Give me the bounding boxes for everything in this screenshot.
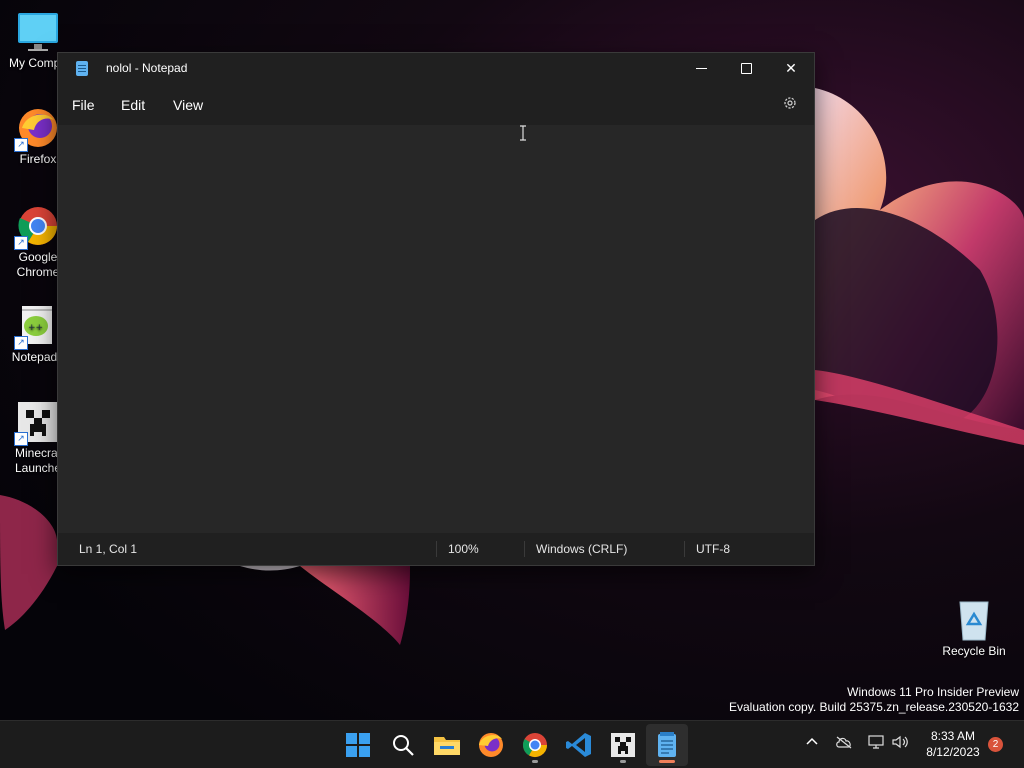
evaluation-watermark: Windows 11 Pro Insider Preview Evaluatio… [729,685,1019,715]
taskbar-chrome[interactable] [519,729,551,761]
taskbar-file-explorer[interactable] [431,729,463,761]
notification-badge[interactable]: 2 [988,737,1003,752]
taskbar-notepad[interactable] [651,729,683,761]
status-cursor-position: Ln 1, Col 1 [79,542,138,556]
vscode-icon [566,733,591,757]
taskbar-minecraft-launcher[interactable] [607,729,639,761]
close-icon: ✕ [785,60,797,76]
folder-icon [434,737,460,755]
status-divider [524,541,525,557]
svg-text:++: ++ [28,323,43,333]
watermark-build: Evaluation copy. Build 25375.zn_release.… [729,700,1019,714]
window-titlebar[interactable]: nolol - Notepad ✕ [58,53,814,85]
close-button[interactable]: ✕ [768,53,814,85]
recycle-bin-icon [952,598,996,642]
chevron-up-icon [806,737,818,745]
clock-date: 8/12/2023 [926,745,980,759]
creeper-icon [611,733,635,757]
taskbar-vscode[interactable] [563,729,595,761]
menu-view[interactable]: View [173,97,203,113]
notepad-icon [658,732,676,757]
desktop-icon-recycle-bin[interactable]: Recycle Bin [936,598,1012,659]
monitor-icon [16,10,60,54]
onedrive-button[interactable] [835,735,853,752]
start-button[interactable] [342,729,374,761]
menu-edit[interactable]: Edit [121,97,145,113]
status-bar: Ln 1, Col 1 100% Windows (CRLF) UTF-8 [58,533,814,565]
creeper-icon: ↗ [14,400,60,446]
status-divider [684,541,685,557]
text-editor[interactable] [58,125,814,533]
running-indicator [532,760,538,763]
status-zoom: 100% [448,542,479,556]
network-icon [868,735,884,749]
taskbar: 8:33 AM 8/12/2023 2 [0,720,1024,768]
search-icon [393,735,414,756]
chrome-icon: ↗ [14,204,60,250]
settings-button[interactable] [780,95,800,115]
status-divider [436,541,437,557]
maximize-icon [741,63,752,74]
speaker-icon [892,735,908,749]
menu-bar: File Edit View [58,85,814,125]
firefox-icon: ↗ [14,106,60,152]
show-hidden-icons-button[interactable] [805,735,819,752]
shortcut-arrow-icon: ↗ [14,138,28,152]
network-button[interactable] [868,735,886,752]
gear-icon [784,97,796,109]
status-encoding: UTF-8 [696,542,730,556]
watermark-edition: Windows 11 Pro Insider Preview [847,685,1019,699]
shortcut-arrow-icon: ↗ [14,236,28,250]
clock[interactable]: 8:33 AM 8/12/2023 [918,728,988,760]
notepad-icon [76,61,88,76]
maximize-button[interactable] [723,53,769,85]
status-line-endings: Windows (CRLF) [536,542,628,556]
volume-button[interactable] [892,735,910,752]
active-indicator [659,760,675,763]
notepad-window[interactable]: nolol - Notepad ✕ File Edit View Ln 1, C… [57,52,815,566]
shortcut-arrow-icon: ↗ [14,336,28,350]
minimize-button[interactable] [678,53,724,85]
notepad-plus-plus-icon: ++ ↗ [14,304,60,350]
cloud-off-icon [836,736,852,749]
taskbar-firefox[interactable] [475,729,507,761]
windows-logo-icon [346,733,370,757]
shortcut-arrow-icon: ↗ [14,432,28,446]
running-indicator [620,760,626,763]
desktop-icon-label: Recycle Bin [942,644,1006,658]
menu-file[interactable]: File [72,97,95,113]
chrome-icon [522,733,547,758]
text-cursor-icon [519,125,527,141]
search-button[interactable] [387,729,419,761]
minimize-icon [696,68,707,69]
window-title: nolol - Notepad [106,61,188,75]
firefox-icon [479,733,503,757]
clock-time: 8:33 AM [930,729,976,743]
